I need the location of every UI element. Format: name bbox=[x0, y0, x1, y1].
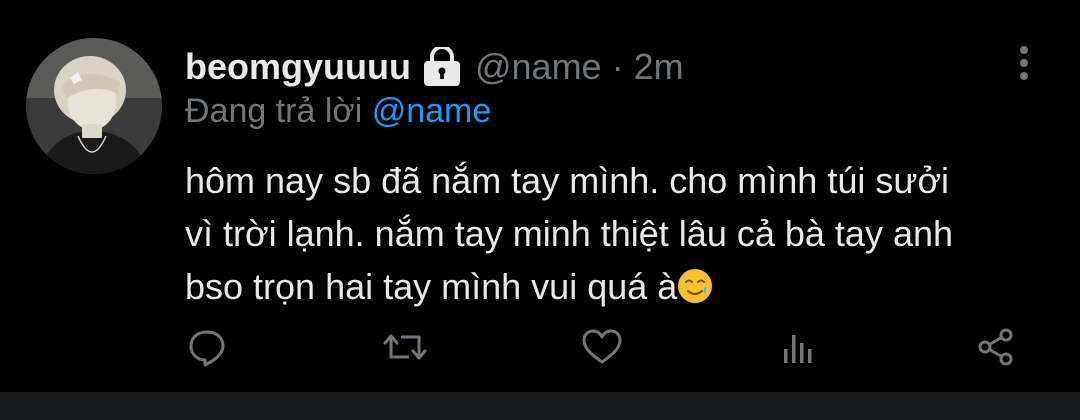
display-name[interactable]: beomgyuuuu bbox=[185, 46, 411, 88]
replying-to-mention[interactable]: @name bbox=[372, 92, 492, 130]
reply-button[interactable] bbox=[185, 325, 229, 369]
tweet-text-line-last: bso trọn hai tay mình vui quá à bbox=[185, 260, 1055, 313]
tweet-text-line: vì trời lạnh. nắm tay minh thiệt lâu cả … bbox=[185, 213, 954, 254]
replying-to-label: Đang trả lời bbox=[185, 92, 363, 130]
tweet-actions bbox=[0, 325, 1080, 373]
retweet-icon bbox=[383, 334, 427, 360]
analytics-button[interactable] bbox=[776, 325, 820, 369]
separator-dot: · bbox=[611, 46, 624, 87]
like-button[interactable] bbox=[580, 325, 624, 369]
retweet-button[interactable] bbox=[383, 325, 427, 369]
reply-icon bbox=[189, 330, 225, 367]
timestamp[interactable]: 2m bbox=[634, 46, 684, 88]
tweet-header: beomgyuuuu @name · 2m bbox=[185, 42, 684, 92]
lock-icon bbox=[423, 45, 461, 87]
smiling-face-with-tear-icon bbox=[677, 265, 713, 303]
tweet-text-line: hôm nay sb đã nắm tay mình. cho mình túi… bbox=[185, 160, 950, 201]
share-icon bbox=[978, 328, 1013, 366]
more-vertical-icon bbox=[1020, 46, 1028, 80]
avatar-image bbox=[26, 38, 162, 174]
tweet[interactable]: beomgyuuuu @name · 2m Đang trả lời @name… bbox=[0, 0, 1080, 392]
tweet-text-line: bso trọn hai tay mình vui quá à bbox=[185, 266, 678, 307]
avatar[interactable] bbox=[26, 38, 162, 174]
like-icon bbox=[582, 329, 622, 364]
more-options-button[interactable] bbox=[1006, 44, 1042, 84]
analytics-icon bbox=[784, 335, 812, 363]
user-handle[interactable]: @name bbox=[475, 46, 602, 88]
share-button[interactable] bbox=[974, 325, 1018, 369]
replying-to: Đang trả lời @name bbox=[185, 92, 491, 131]
tweet-text: hôm nay sb đã nắm tay mình. cho mình túi… bbox=[185, 154, 1055, 313]
tweet-divider bbox=[0, 392, 1080, 420]
